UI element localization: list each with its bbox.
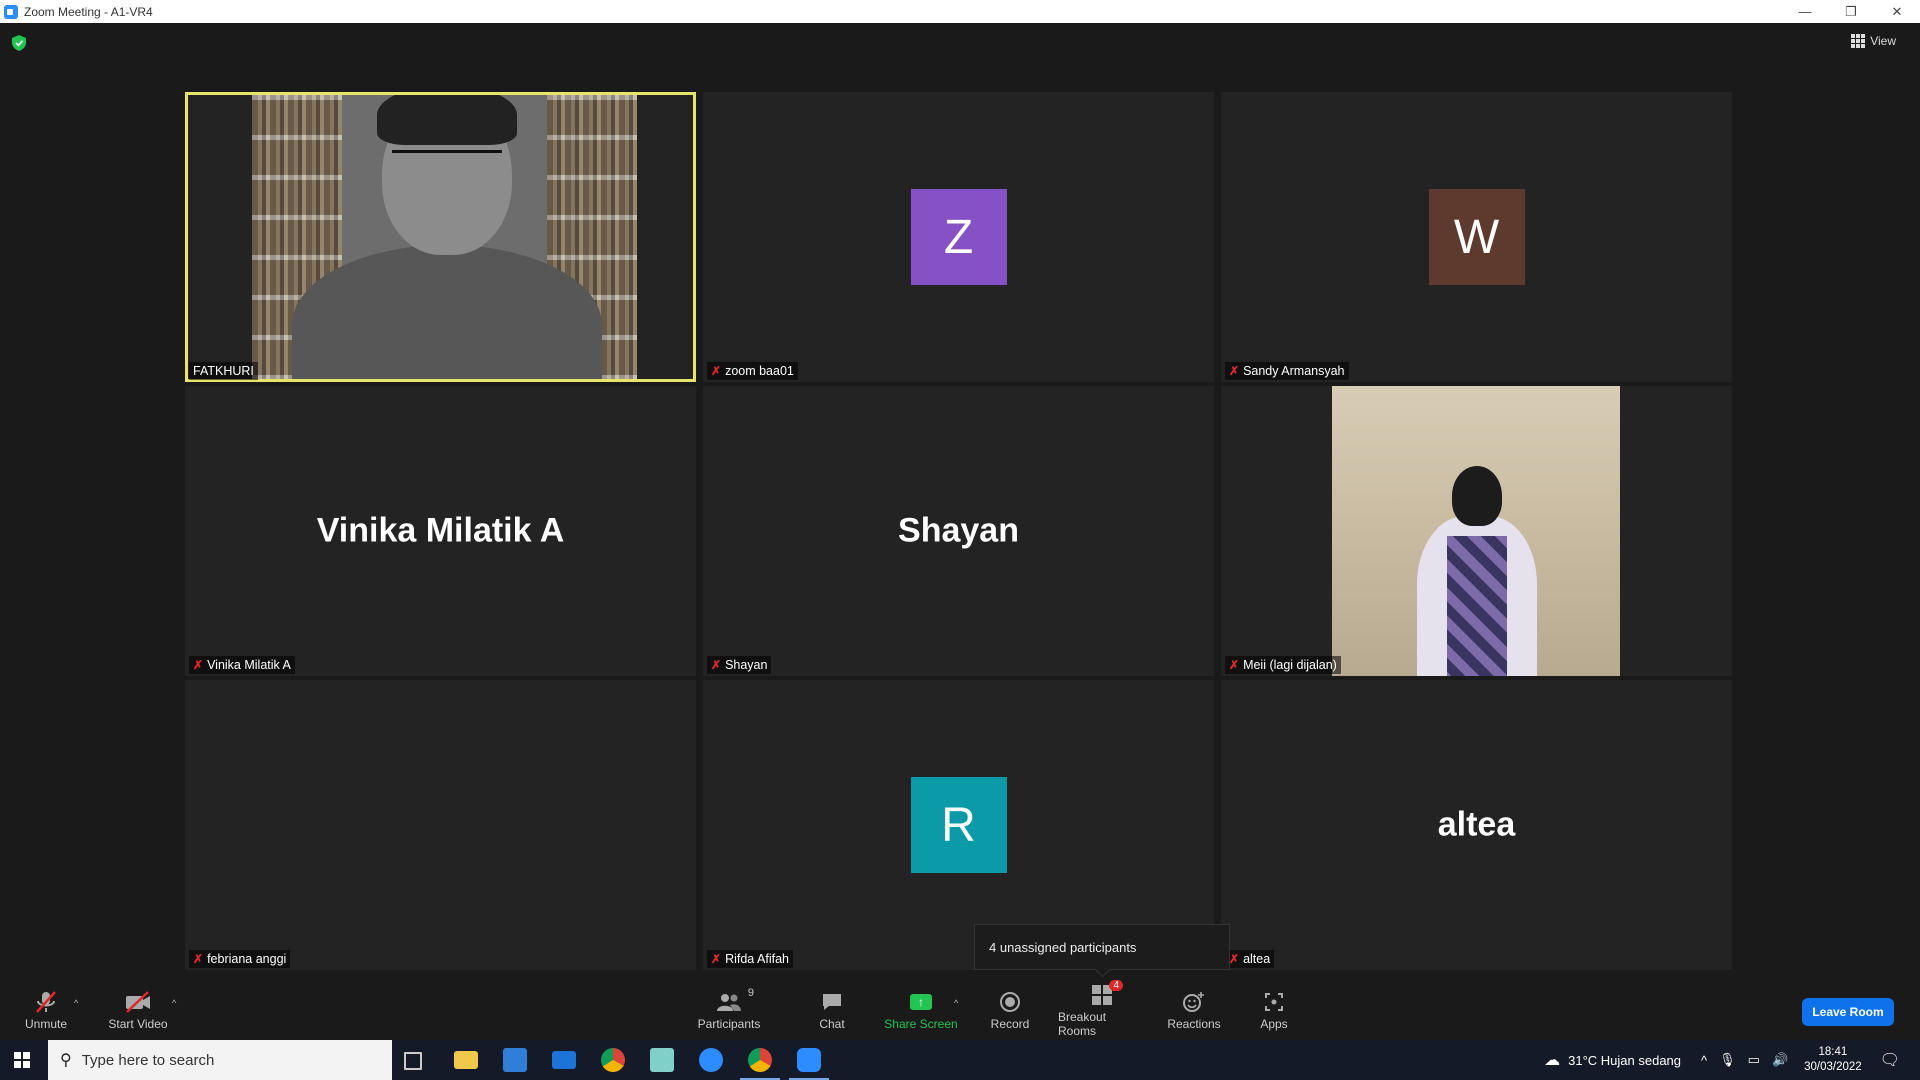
mic-muted-icon: ✗ xyxy=(193,658,204,672)
weather-text[interactable]: 31°C Hujan sedang xyxy=(1568,1053,1681,1068)
participant-name-label: ✗ Rifda Afifah xyxy=(707,950,793,968)
video-off-icon xyxy=(124,989,152,1015)
reactions-button[interactable]: Reactions xyxy=(1164,980,1224,1040)
avatar: Z xyxy=(910,189,1007,285)
breakout-rooms-button[interactable]: 4 Breakout Rooms xyxy=(1058,980,1146,1040)
encryption-shield-icon[interactable] xyxy=(12,35,26,51)
mail-icon[interactable] xyxy=(552,1051,576,1069)
system-tray: ☁ 31°C Hujan sedang ^ 🎙 ▭ 🔊 18:41 30/03/… xyxy=(1544,1040,1920,1080)
participant-display-name: Vinika Milatik A xyxy=(316,511,565,550)
mic-muted-icon: ✗ xyxy=(193,952,204,966)
zoom-taskbar-icon[interactable] xyxy=(797,1048,821,1072)
view-button[interactable]: View xyxy=(1851,34,1896,48)
participant-display-name: altea xyxy=(1437,805,1516,844)
teamviewer-icon[interactable] xyxy=(699,1048,723,1072)
participant-video xyxy=(1332,386,1620,676)
taskbar-search[interactable]: ⚲ Type here to search xyxy=(48,1040,392,1080)
mic-muted-icon: ✗ xyxy=(711,952,722,966)
participants-count: 9 xyxy=(747,987,754,999)
avatar: R xyxy=(910,777,1007,873)
breakout-badge: 4 xyxy=(1109,980,1123,991)
participant-tile-sandy-armansyah[interactable]: W ✗ Sandy Armansyah xyxy=(1221,92,1732,382)
participant-name-label: ✗ Meii (lagi dijalan) xyxy=(1225,656,1341,674)
chat-icon xyxy=(821,989,843,1015)
participants-icon: 9 xyxy=(716,987,754,1015)
window-titlebar: Zoom Meeting - A1-VR4 — ❐ ✕ xyxy=(0,0,1920,23)
windows-taskbar: ⚲ Type here to search ☁ 31°C Hujan sedan… xyxy=(0,1040,1920,1080)
apps-button[interactable]: Apps xyxy=(1256,980,1292,1040)
share-screen-button[interactable]: ↑ Share Screen xyxy=(884,980,958,1040)
chrome-icon[interactable] xyxy=(601,1048,625,1072)
network-icon[interactable]: ▭ xyxy=(1748,1052,1760,1068)
participant-name-label: ✗ altea xyxy=(1225,950,1275,968)
participant-tile-febriana[interactable]: ✗ febriana anggi xyxy=(185,680,696,970)
participant-tile-zoom-baa01[interactable]: Z ✗ zoom baa01 xyxy=(703,92,1214,382)
mic-muted-icon: ✗ xyxy=(1229,658,1240,672)
participants-button[interactable]: 9 Participants xyxy=(694,980,764,1040)
participant-name-label: ✗ febriana anggi xyxy=(189,950,291,968)
leave-room-button[interactable]: Leave Room xyxy=(1802,998,1894,1026)
mic-muted-icon xyxy=(35,989,57,1015)
mic-muted-icon: ✗ xyxy=(1229,364,1240,378)
avatar: W xyxy=(1428,189,1525,285)
microphone-icon[interactable]: 🎙 xyxy=(1719,1052,1736,1068)
task-view-icon[interactable] xyxy=(404,1052,422,1070)
search-placeholder: Type here to search xyxy=(81,1051,215,1069)
video-options-chevron-icon[interactable]: ^ xyxy=(172,998,176,1008)
volume-icon[interactable]: 🔊 xyxy=(1772,1052,1788,1068)
taskbar-clock[interactable]: 18:41 30/03/2022 xyxy=(1804,1045,1862,1075)
participant-tile-shayan[interactable]: Shayan ✗ Shayan xyxy=(703,386,1214,676)
participant-tile-meii[interactable]: ✗ Meii (lagi dijalan) xyxy=(1221,386,1732,676)
mic-muted-icon: ✗ xyxy=(711,364,722,378)
close-button[interactable]: ✕ xyxy=(1874,0,1920,23)
view-label: View xyxy=(1870,34,1896,48)
audio-options-chevron-icon[interactable]: ^ xyxy=(74,998,78,1008)
file-explorer-icon[interactable] xyxy=(454,1051,478,1069)
breakout-tooltip: 4 unassigned participants xyxy=(974,924,1230,970)
search-icon: ⚲ xyxy=(60,1052,72,1069)
participant-name-label: ✗ Shayan xyxy=(707,656,772,674)
window-controls: — ❐ ✕ xyxy=(1782,0,1920,23)
weather-icon[interactable]: ☁ xyxy=(1544,1050,1560,1070)
share-screen-icon: ↑ xyxy=(910,989,932,1015)
chrome-profile-icon[interactable] xyxy=(748,1048,772,1072)
minimize-button[interactable]: — xyxy=(1782,0,1828,23)
notes-app-icon[interactable] xyxy=(650,1048,674,1072)
breakout-rooms-icon: 4 xyxy=(1091,980,1123,1008)
notifications-icon[interactable]: 🗨 xyxy=(1880,1050,1900,1070)
participant-name-label: ✗ zoom baa01 xyxy=(707,362,798,380)
tray-chevron-icon[interactable]: ^ xyxy=(1701,1053,1707,1068)
smiley-icon xyxy=(1182,989,1206,1015)
share-options-chevron-icon[interactable]: ^ xyxy=(954,998,958,1008)
mic-muted-icon: ✗ xyxy=(1229,952,1240,966)
store-icon[interactable] xyxy=(503,1048,527,1072)
record-icon xyxy=(999,989,1021,1015)
participant-name-label: ✗ Sandy Armansyah xyxy=(1225,362,1349,380)
window-title: Zoom Meeting - A1-VR4 xyxy=(24,4,153,19)
unmute-button[interactable]: Unmute xyxy=(22,980,70,1040)
zoom-app-icon xyxy=(4,4,18,19)
record-button[interactable]: Record xyxy=(988,980,1032,1040)
participant-name-label: FATKHURI xyxy=(189,362,258,380)
participant-video xyxy=(252,95,637,379)
mic-muted-icon: ✗ xyxy=(711,658,722,672)
participant-display-name: Shayan xyxy=(898,511,1019,550)
participant-tile-altea[interactable]: altea ✗ altea xyxy=(1221,680,1732,970)
apps-icon xyxy=(1264,989,1284,1015)
chat-button[interactable]: Chat xyxy=(810,980,854,1040)
grid-view-icon xyxy=(1851,34,1866,48)
participant-name-label: ✗ Vinika Milatik A xyxy=(189,656,295,674)
participant-tile-vinika[interactable]: Vinika Milatik A ✗ Vinika Milatik A xyxy=(185,386,696,676)
participant-tile-fatkhuri[interactable]: FATKHURI xyxy=(185,92,696,382)
windows-start-icon[interactable] xyxy=(14,1052,30,1068)
meeting-toolbar: Unmute ^ Start Video ^ 9 Participants Ch… xyxy=(0,980,1920,1040)
restore-button[interactable]: ❐ xyxy=(1828,0,1874,23)
start-video-button[interactable]: Start Video xyxy=(108,980,168,1040)
